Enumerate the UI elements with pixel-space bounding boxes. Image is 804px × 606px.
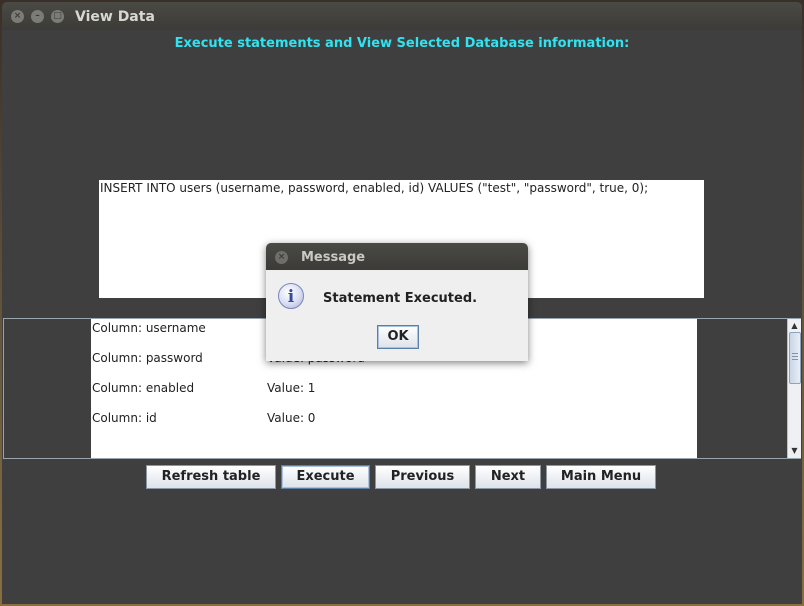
- scrollbar-grip: [792, 359, 798, 360]
- results-right-gutter: [697, 319, 787, 458]
- maximize-icon[interactable]: □: [51, 10, 64, 23]
- results-vertical-scrollbar[interactable]: ▲ ▼: [787, 319, 801, 458]
- dialog-title: Message: [301, 250, 366, 265]
- result-column-value: Value: 1: [267, 381, 316, 395]
- result-column-name: Column: username: [92, 321, 206, 335]
- view-data-window: × – □ View Data Execute statements and V…: [2, 2, 802, 604]
- main-menu-button[interactable]: Main Menu: [546, 465, 656, 489]
- ok-button[interactable]: OK: [377, 325, 419, 349]
- scroll-down-arrow-icon[interactable]: ▼: [789, 445, 800, 456]
- dialog-close-icon[interactable]: ×: [275, 251, 288, 264]
- message-dialog: × Message i Statement Executed. OK: [266, 243, 528, 361]
- results-left-gutter: [4, 319, 91, 458]
- close-icon[interactable]: ×: [11, 10, 24, 23]
- result-column-name: Column: enabled: [92, 381, 195, 395]
- dialog-title-bar: × Message: [266, 243, 528, 270]
- previous-button[interactable]: Previous: [375, 465, 470, 489]
- result-column-name: Column: id: [92, 411, 157, 425]
- execute-button[interactable]: Execute: [281, 465, 370, 489]
- dialog-message: Statement Executed.: [323, 291, 478, 306]
- refresh-table-button[interactable]: Refresh table: [146, 465, 276, 489]
- minimize-icon[interactable]: –: [31, 10, 44, 23]
- result-column-name: Column: password: [92, 351, 203, 365]
- result-column-value: Value: 0: [267, 411, 316, 425]
- scrollbar-grip: [792, 356, 798, 357]
- page-header-label: Execute statements and View Selected Dat…: [174, 36, 630, 51]
- scrollbar-thumb[interactable]: [789, 332, 801, 384]
- scroll-up-arrow-icon[interactable]: ▲: [789, 320, 800, 331]
- scrollbar-grip: [792, 353, 798, 354]
- window-title: View Data: [75, 9, 155, 25]
- next-button[interactable]: Next: [475, 465, 541, 489]
- title-bar: × – □ View Data: [2, 2, 802, 30]
- info-icon: i: [278, 283, 304, 309]
